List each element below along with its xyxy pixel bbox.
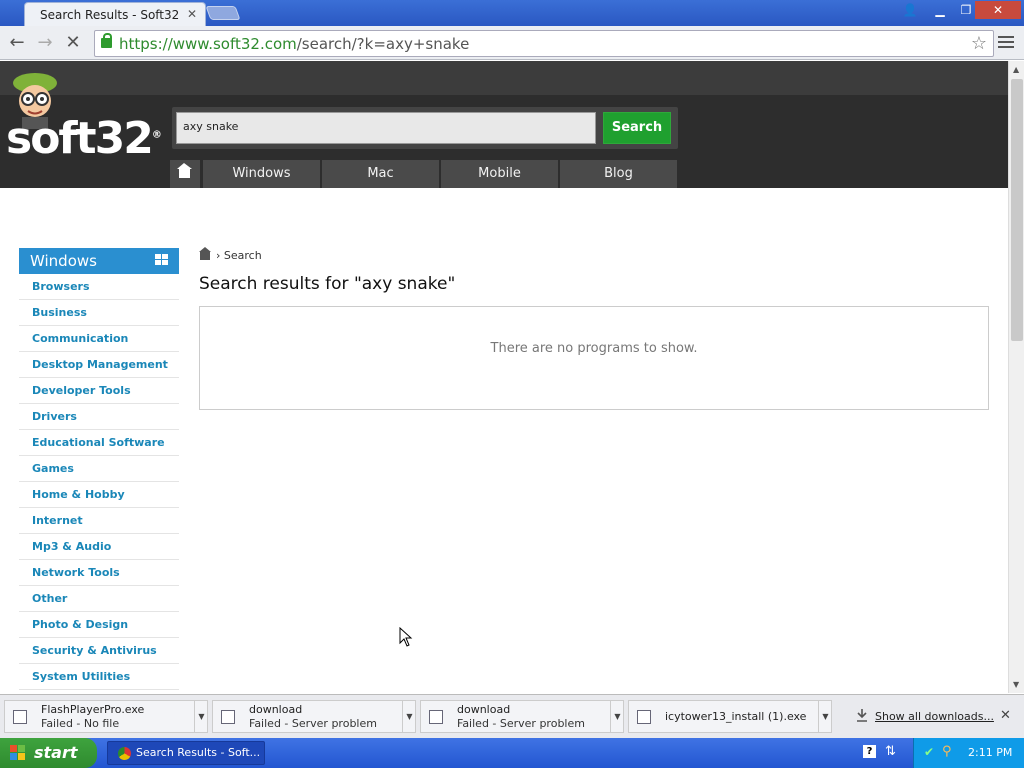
site-logo[interactable]: soft32®: [6, 113, 162, 164]
sidebar-item-other[interactable]: Other: [19, 586, 179, 612]
sidebar-item-home-hobby[interactable]: Home & Hobby: [19, 482, 179, 508]
show-all-downloads-link[interactable]: Show all downloads...: [875, 710, 994, 723]
download-status: Failed - Server problem: [249, 717, 377, 730]
sidebar-item-mp3-audio[interactable]: Mp3 & Audio: [19, 534, 179, 560]
download-menu-arrow-icon[interactable]: ▼: [402, 701, 416, 732]
browser-title-bar: Search Results - Soft32 ✕ 👤 ▁ ❐ ✕: [0, 0, 1024, 26]
mouse-cursor-icon: [399, 627, 413, 647]
network-icon[interactable]: ⇅: [885, 744, 896, 759]
screen: Search Results - Soft32 ✕ 👤 ▁ ❐ ✕ ← → ✕ …: [0, 0, 1024, 768]
nav-mac[interactable]: Mac: [322, 160, 439, 188]
minimize-button[interactable]: ▁: [926, 1, 954, 19]
page-viewport: soft32® axy snake Search Windows Mac Mob…: [0, 61, 1008, 693]
windows-logo-icon: [155, 254, 169, 267]
browser-toolbar: ← → ✕ https://www.soft32.com/search/?k=a…: [0, 26, 1024, 60]
download-menu-arrow-icon[interactable]: ▼: [818, 701, 832, 732]
breadcrumb-search: Search: [223, 249, 262, 262]
download-name: download: [457, 703, 511, 716]
user-icon[interactable]: 👤: [896, 1, 924, 19]
tab-title: Search Results - Soft32: [40, 8, 180, 22]
forward-arrow-icon[interactable]: →: [34, 32, 56, 54]
sidebar-title[interactable]: Windows: [19, 248, 179, 274]
download-item[interactable]: icytower13_install (1).exe ▼: [628, 700, 832, 733]
address-bar[interactable]: https://www.soft32.com/search/?k=axy+sna…: [94, 30, 994, 57]
search-input[interactable]: axy snake: [176, 112, 596, 144]
sidebar-item-games[interactable]: Games: [19, 456, 179, 482]
close-shelf-icon[interactable]: ✕: [1000, 708, 1011, 723]
download-name: icytower13_install (1).exe: [665, 710, 807, 723]
category-sidebar: Windows Browsers Business Communication …: [19, 248, 179, 690]
scroll-up-arrow-icon[interactable]: ▲: [1013, 65, 1019, 74]
download-status: Failed - Server problem: [457, 717, 585, 730]
sidebar-item-communication[interactable]: Communication: [19, 326, 179, 352]
sidebar-item-photo-design[interactable]: Photo & Design: [19, 612, 179, 638]
sidebar-item-business[interactable]: Business: [19, 300, 179, 326]
chrome-icon: [118, 747, 131, 760]
security-shield-icon[interactable]: ✔: [924, 745, 934, 759]
search-button[interactable]: Search: [603, 112, 671, 144]
sidebar-item-developer-tools[interactable]: Developer Tools: [19, 378, 179, 404]
download-arrow-icon: [857, 709, 867, 722]
download-status: Failed - No file: [41, 717, 120, 730]
search-icon[interactable]: ⚲: [942, 744, 952, 759]
scroll-down-arrow-icon[interactable]: ▼: [1013, 680, 1019, 689]
scroll-thumb[interactable]: [1011, 79, 1023, 341]
download-item[interactable]: FlashPlayerPro.exe Failed - No file ▼: [4, 700, 208, 733]
bookmark-star-icon[interactable]: ☆: [971, 33, 987, 54]
stop-loading-icon[interactable]: ✕: [62, 32, 84, 54]
breadcrumb: › Search: [199, 247, 262, 262]
download-name: download: [249, 703, 303, 716]
download-item[interactable]: download Failed - Server problem ▼: [420, 700, 624, 733]
system-tray: ✔ ⚲ 2:11 PM: [913, 738, 1024, 768]
lock-icon: [101, 33, 112, 48]
sidebar-item-system-utilities[interactable]: System Utilities: [19, 664, 179, 690]
start-button[interactable]: start: [0, 738, 97, 768]
windows-taskbar: start Search Results - Soft... ? ⇅ ✔ ⚲ 2…: [0, 738, 1024, 768]
empty-results-message: There are no programs to show.: [490, 341, 698, 356]
site-top-bar: [0, 61, 1008, 95]
nav-mobile[interactable]: Mobile: [441, 160, 558, 188]
sidebar-item-browsers[interactable]: Browsers: [19, 274, 179, 300]
menu-icon[interactable]: [998, 34, 1014, 50]
breadcrumb-home-icon[interactable]: [199, 247, 211, 260]
installer-icon: [637, 710, 651, 724]
tab-close-icon[interactable]: ✕: [187, 7, 197, 21]
download-name: FlashPlayerPro.exe: [41, 703, 145, 716]
download-menu-arrow-icon[interactable]: ▼: [194, 701, 208, 732]
help-icon[interactable]: ?: [863, 745, 876, 758]
results-panel: There are no programs to show.: [199, 306, 989, 410]
taskbar-item-browser[interactable]: Search Results - Soft...: [107, 741, 265, 765]
browser-tab[interactable]: Search Results - Soft32 ✕: [24, 2, 206, 26]
nav-windows[interactable]: Windows: [203, 160, 320, 188]
new-tab-button[interactable]: [205, 6, 241, 20]
file-icon: [429, 710, 443, 724]
clock[interactable]: 2:11 PM: [968, 746, 1012, 759]
site-search-bar: axy snake Search: [172, 107, 678, 149]
page-title: Search results for "axy snake": [199, 274, 456, 294]
download-menu-arrow-icon[interactable]: ▼: [610, 701, 624, 732]
sidebar-item-network-tools[interactable]: Network Tools: [19, 560, 179, 586]
nav-blog[interactable]: Blog: [560, 160, 677, 188]
download-shelf: FlashPlayerPro.exe Failed - No file ▼ do…: [0, 694, 1024, 738]
window-close-button[interactable]: ✕: [975, 1, 1021, 19]
page-scrollbar[interactable]: ▲ ▼: [1008, 61, 1024, 693]
sidebar-item-desktop-management[interactable]: Desktop Management: [19, 352, 179, 378]
home-icon[interactable]: [170, 160, 200, 188]
windows-flag-icon: [10, 745, 26, 761]
file-icon: [221, 710, 235, 724]
file-icon: [13, 710, 27, 724]
sidebar-item-drivers[interactable]: Drivers: [19, 404, 179, 430]
back-arrow-icon[interactable]: ←: [6, 32, 28, 54]
download-item[interactable]: download Failed - Server problem ▼: [212, 700, 416, 733]
sidebar-item-internet[interactable]: Internet: [19, 508, 179, 534]
url-text: https://www.soft32.com/search/?k=axy+sna…: [119, 35, 470, 53]
sidebar-item-educational-software[interactable]: Educational Software: [19, 430, 179, 456]
sidebar-item-security-antivirus[interactable]: Security & Antivirus: [19, 638, 179, 664]
